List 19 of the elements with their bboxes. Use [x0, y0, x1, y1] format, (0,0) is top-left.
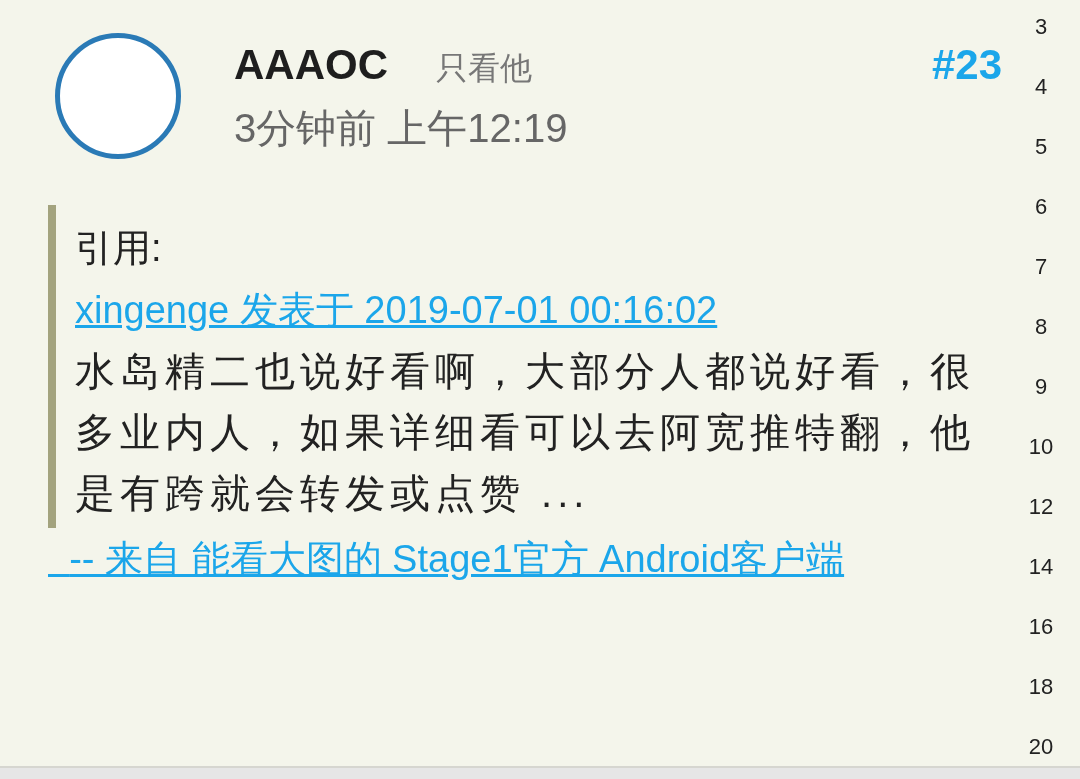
page-number[interactable]: 3: [1034, 14, 1048, 40]
page-number[interactable]: 6: [1034, 194, 1048, 220]
floor-number: #23: [931, 41, 1002, 89]
page-number[interactable]: 5: [1034, 134, 1048, 160]
quote-text: 水岛精二也说好看啊，大部分人都说好看，很多业内人，如果详细看可以去阿宽推特翻，他是有跨就会转发或点赞 ...: [75, 348, 976, 517]
page-number[interactable]: 9: [1034, 374, 1048, 400]
page-number[interactable]: 12: [1028, 494, 1054, 520]
page-number[interactable]: 14: [1028, 554, 1054, 580]
username[interactable]: AAAOC: [234, 41, 388, 89]
post-time: 3分钟前 上午12:19: [234, 105, 569, 152]
only-this-user-link[interactable]: 只看他: [436, 47, 532, 91]
quote-label: 引用:: [75, 226, 163, 271]
page-number[interactable]: 4: [1034, 74, 1048, 100]
page-number[interactable]: 7: [1034, 254, 1048, 280]
page-number[interactable]: 10: [1028, 434, 1054, 460]
page-number[interactable]: 18: [1028, 674, 1054, 700]
page-number[interactable]: 20: [1028, 734, 1054, 760]
page-number[interactable]: 8: [1034, 314, 1048, 340]
page-number[interactable]: 16: [1028, 614, 1054, 640]
